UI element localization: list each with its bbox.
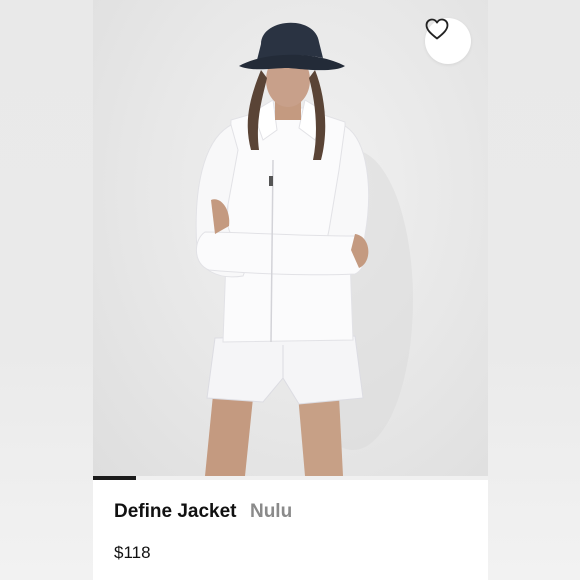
product-price: $118 xyxy=(114,543,151,562)
product-card[interactable]: Define Jacket Nulu $118 xyxy=(93,0,488,580)
page: Define Jacket Nulu $118 xyxy=(0,0,580,580)
product-name: Define Jacket xyxy=(114,501,237,522)
background-right xyxy=(488,0,580,580)
product-photo[interactable] xyxy=(93,0,488,476)
title-row: Define Jacket Nulu xyxy=(114,501,292,523)
model-illustration xyxy=(195,22,413,476)
product-info[interactable]: Define Jacket Nulu $118 xyxy=(93,480,488,580)
heart-icon xyxy=(425,18,449,40)
favorite-button[interactable] xyxy=(425,18,471,64)
product-brand: Nulu xyxy=(249,501,293,522)
background-left xyxy=(0,0,93,580)
